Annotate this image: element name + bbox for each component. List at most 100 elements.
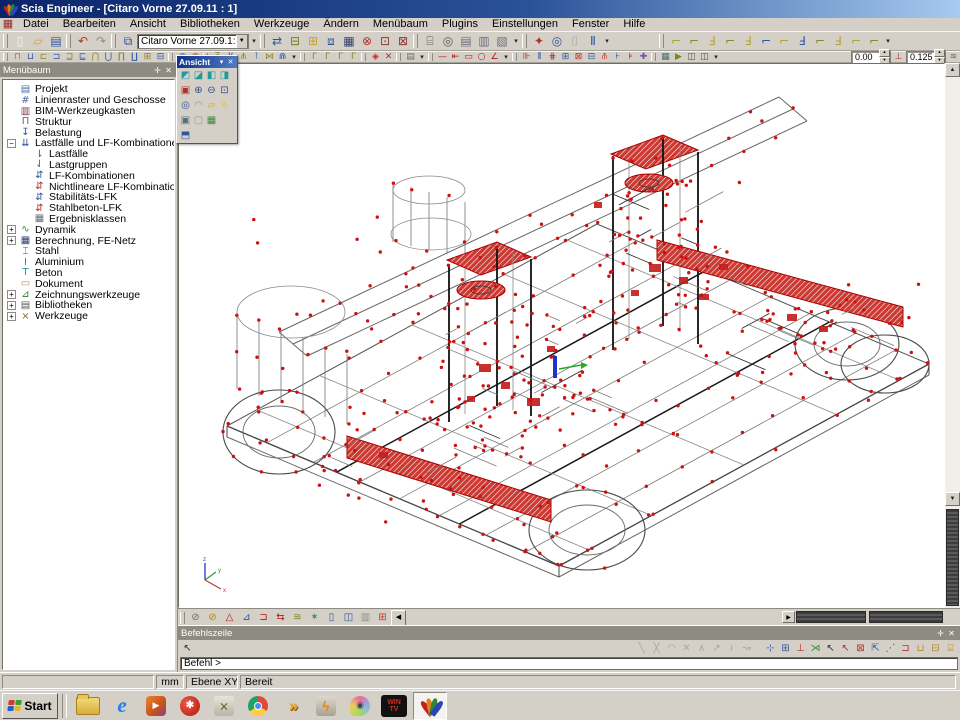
sidebar-item-werkzeuge[interactable]: +⨯Werkzeuge <box>7 311 174 322</box>
picture-button[interactable]: ⊠ <box>394 33 412 50</box>
menu-andern[interactable]: Ändern <box>316 18 365 31</box>
tree-expander-icon[interactable]: + <box>7 290 16 299</box>
wintv-icon[interactable]: WINTV <box>379 693 409 719</box>
sidebar-item-berechnung-fe-netz[interactable]: +▦Berechnung, FE-Netz <box>7 235 174 246</box>
sidebar-item-beton[interactable]: TBeton <box>7 268 174 279</box>
support-load-button[interactable]: ⫚ <box>598 52 611 63</box>
snap-direction-button[interactable]: ↗ <box>709 642 724 656</box>
length-snap-button[interactable]: ⊟ <box>928 642 943 656</box>
delete-load-button[interactable]: ⊠ <box>572 52 585 63</box>
opening-button[interactable]: ⋂ <box>89 52 102 63</box>
rib-button[interactable]: ⋃ <box>102 52 115 63</box>
tree-expander-icon[interactable]: + <box>7 236 16 245</box>
sidebar-item-stahl[interactable]: ⌶Stahl <box>7 246 174 257</box>
edge-snap-button[interactable]: ⊿ <box>238 610 255 626</box>
shrink-members-button[interactable]: ✶ <box>306 610 323 626</box>
system-tools-icon[interactable]: ⨯ <box>209 693 239 719</box>
snap-arc-button[interactable]: ◠ <box>664 642 679 656</box>
section-4-button[interactable]: Γ <box>347 52 360 63</box>
zoom-in-button[interactable]: ⊕ <box>192 84 205 97</box>
viewport-canvas[interactable]: zyx <box>178 63 945 608</box>
grid-snap-button[interactable]: ⊞ <box>778 642 793 656</box>
structure-overflow-dropdown-icon[interactable]: ▾ <box>289 50 299 64</box>
ucs-overflow-dropdown-icon[interactable]: ▾ <box>883 34 893 48</box>
media-hand-app-icon[interactable]: ✱ <box>175 693 205 719</box>
nearest-snap-button[interactable]: ⊐ <box>898 642 913 656</box>
tools-overflow-dropdown-icon[interactable]: ▾ <box>602 34 612 48</box>
free-load-button[interactable]: ⊞ <box>559 52 572 63</box>
sidebar-item-dynamik[interactable]: +∿Dynamik <box>7 224 174 235</box>
fast-settings-button[interactable]: ⊞ <box>374 610 391 626</box>
start-button[interactable]: Start <box>2 693 58 719</box>
menu-bearbeiten[interactable]: Bearbeiten <box>56 18 123 31</box>
ucs-xy-button[interactable]: ⌐ <box>667 33 685 50</box>
menu-hilfe[interactable]: Hilfe <box>616 18 652 31</box>
ucs-view-button[interactable]: ⌐ <box>811 33 829 50</box>
horizontal-scroll-thumb[interactable] <box>796 611 866 623</box>
status-units[interactable]: mm <box>156 675 184 689</box>
print-preview-button[interactable]: ◎ <box>439 33 457 50</box>
snap-peak-button[interactable]: ∧ <box>694 642 709 656</box>
surface-load-button[interactable]: ⋕ <box>546 52 559 63</box>
rotation-angle-spinner[interactable]: 0.00▲▼ <box>851 51 891 64</box>
polar-button[interactable]: ⋊ <box>808 642 823 656</box>
open-project-button[interactable]: ▱ <box>29 33 47 50</box>
results-button[interactable]: ◫ <box>698 52 711 63</box>
member-2d-button[interactable]: ⊔ <box>24 52 37 63</box>
export-button[interactable]: ▧ <box>493 33 511 50</box>
window-selector-overflow-dropdown-icon[interactable]: ▾ <box>249 34 259 48</box>
horizontal-scroll-thumb[interactable] <box>869 611 943 623</box>
internal-node-button[interactable]: ⊺ <box>250 52 263 63</box>
ansicht-toolbar-header[interactable]: Ansicht ▾ ✕ <box>177 56 237 68</box>
view-parameters-button[interactable]: ⧈ <box>322 33 340 50</box>
ucs-xz-button[interactable]: ⌐ <box>685 33 703 50</box>
chevron-down-icon[interactable]: ▼ <box>236 34 248 49</box>
close-icon[interactable]: ✕ <box>946 629 957 638</box>
scroll-down-button[interactable]: ▼ <box>945 492 960 506</box>
ucs-next-button[interactable]: Ⅎ <box>793 33 811 50</box>
connect-button[interactable]: ⋔ <box>237 52 250 63</box>
wall-button[interactable]: ⊑ <box>76 52 89 63</box>
chain-deselect-button[interactable]: ⊘ <box>204 610 221 626</box>
new-project-button[interactable]: ▯ <box>11 33 29 50</box>
sidebar-item-aluminium[interactable]: IAluminium <box>7 257 174 268</box>
ucs-global-button[interactable]: Ⅎ <box>829 33 847 50</box>
tree-expander-icon[interactable]: + <box>7 312 16 321</box>
view-settings-disabled-button[interactable]: ▢ <box>192 114 205 127</box>
layers-button[interactable]: ⊟ <box>286 33 304 50</box>
scroll-right-button[interactable]: ▶ <box>782 611 795 623</box>
grid-member-button[interactable]: ⊞ <box>141 52 154 63</box>
document-system-icon[interactable]: ▦ <box>0 18 16 31</box>
load-display-button[interactable]: ◫ <box>340 610 357 626</box>
menu-datei[interactable]: Datei <box>16 18 56 31</box>
section-2-button[interactable]: Γ <box>321 52 334 63</box>
tree-expander-icon[interactable]: + <box>7 225 16 234</box>
draw-overflow-dropdown-icon[interactable]: ▾ <box>501 50 511 64</box>
thermal-load-button[interactable]: ⊟ <box>585 52 598 63</box>
ucs-rotate-button[interactable]: Ⅎ <box>739 33 757 50</box>
winamp-icon[interactable]: ϟ <box>311 693 341 719</box>
table-button[interactable]: ▦ <box>340 33 358 50</box>
close-icon[interactable]: ✕ <box>226 58 235 66</box>
redo-button[interactable]: ↷ <box>92 33 110 50</box>
command-input[interactable] <box>180 657 958 670</box>
delete-button[interactable]: ⊗ <box>358 33 376 50</box>
open-view-button[interactable]: ▱ <box>205 99 218 112</box>
check-structure-button[interactable]: ◈ <box>369 52 382 63</box>
window-selector[interactable]: Citaro Vorne 27.09.1:▼ <box>137 34 249 49</box>
snap-delete-button[interactable]: ✕ <box>679 642 694 656</box>
save-button[interactable]: ▤ <box>47 33 65 50</box>
sidebar-item-zeichnungswerkzeuge[interactable]: +⊿Zeichnungswerkzeuge <box>7 289 174 300</box>
snap-curve-button[interactable]: ≀ <box>724 642 739 656</box>
undo-button[interactable]: ↶ <box>74 33 92 50</box>
menu-einstellungen[interactable]: Einstellungen <box>485 18 565 31</box>
beam-button[interactable]: ⊐ <box>50 52 63 63</box>
point-load-button[interactable]: ⊪ <box>520 52 533 63</box>
draw-rectangle-button[interactable]: ▭ <box>462 52 475 63</box>
delete-check-button[interactable]: ✕ <box>382 52 395 63</box>
plate-button[interactable]: ⊒ <box>63 52 76 63</box>
line-load-button[interactable]: ⫴ <box>533 52 546 63</box>
sidebar-item-struktur[interactable]: ΠStruktur <box>7 116 174 127</box>
pin-icon[interactable]: ✛ <box>935 629 946 638</box>
bim-toolbox-button[interactable]: ▦ <box>659 52 672 63</box>
